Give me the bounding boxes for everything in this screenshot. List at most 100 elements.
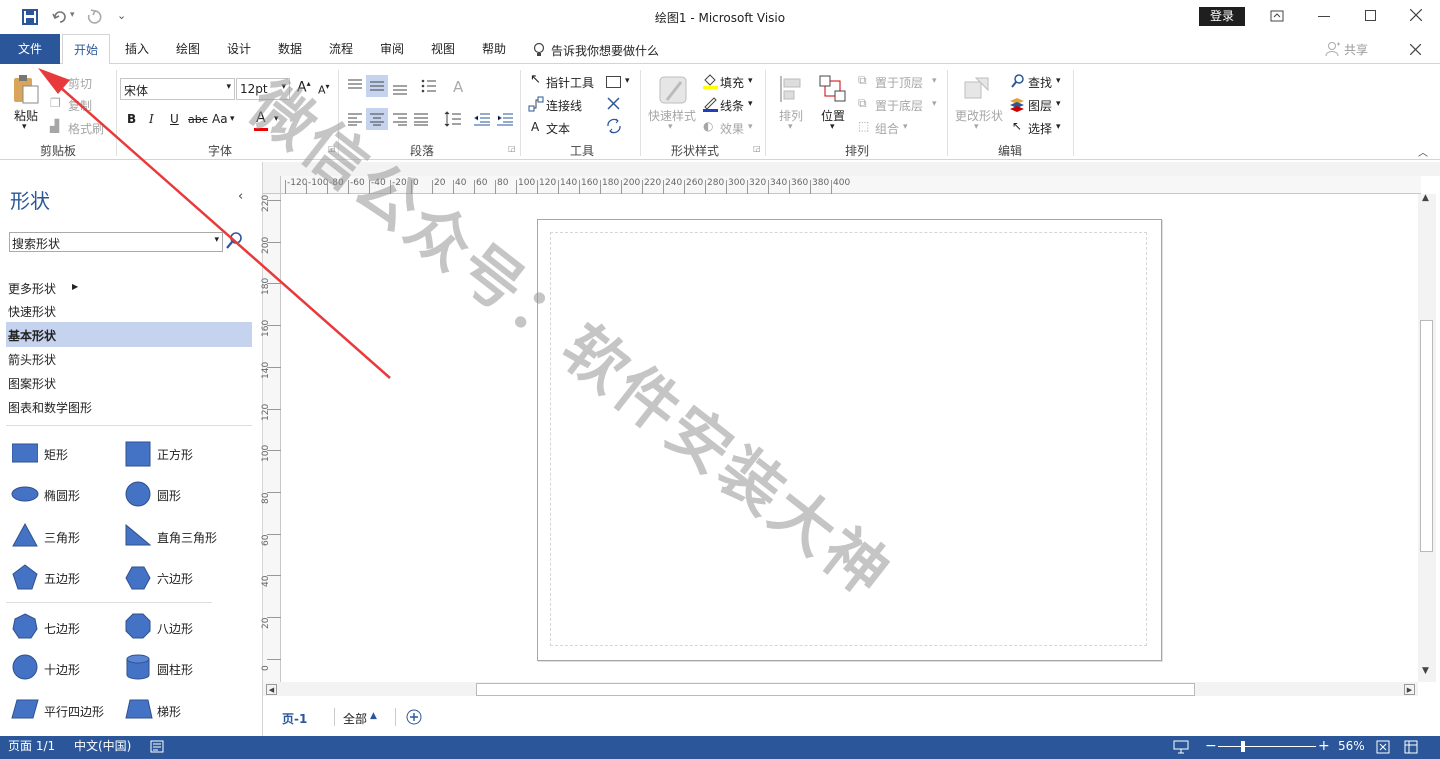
hexagon-shape[interactable] xyxy=(125,566,151,590)
all-pages-button[interactable]: 全部 xyxy=(343,710,367,727)
align-top-icon[interactable] xyxy=(347,78,363,92)
tab-view[interactable]: 视图 xyxy=(424,34,462,64)
signin-button[interactable]: 登录 xyxy=(1199,7,1245,26)
fit-page-icon[interactable] xyxy=(1376,740,1390,754)
tab-help[interactable]: 帮助 xyxy=(475,34,513,64)
zoom-level[interactable]: 56% xyxy=(1338,736,1365,757)
decagon-shape[interactable] xyxy=(12,654,38,680)
tab-design[interactable]: 设计 xyxy=(220,34,258,64)
pentagon-shape[interactable] xyxy=(12,564,38,590)
collapse-ribbon-icon[interactable]: ︿ xyxy=(1418,144,1428,159)
page-indicator[interactable]: 页面 1/1 xyxy=(8,736,55,757)
tell-me-input[interactable]: 告诉我你想要做什么 xyxy=(551,42,659,59)
heptagon-shape[interactable] xyxy=(12,613,38,639)
search-icon[interactable] xyxy=(224,231,244,251)
ribbon-display-icon[interactable] xyxy=(1270,9,1284,23)
pointer-tool-button[interactable]: 指针工具 xyxy=(546,74,594,91)
bold-button[interactable]: B xyxy=(127,112,136,126)
change-shape-label[interactable]: 更改形状 xyxy=(955,107,1003,124)
underline-button[interactable]: U xyxy=(170,112,179,126)
shape-styles-dialog-launcher-icon[interactable]: ◲ xyxy=(753,144,761,153)
justify-icon[interactable] xyxy=(413,112,429,126)
layers-button[interactable]: 图层 xyxy=(1028,97,1052,114)
zoom-in-button[interactable]: + xyxy=(1318,736,1330,757)
italic-button[interactable]: I xyxy=(149,112,154,126)
zoom-slider-track[interactable] xyxy=(1218,746,1316,747)
zoom-slider-thumb[interactable] xyxy=(1241,741,1245,752)
trapezoid-shape[interactable] xyxy=(125,699,153,719)
page-tab-1[interactable]: 页-1 xyxy=(282,710,307,727)
scroll-right-icon[interactable]: ▶ xyxy=(1404,684,1415,695)
tab-process[interactable]: 流程 xyxy=(322,34,360,64)
connection-point-icon[interactable] xyxy=(605,117,623,135)
quick-styles-icon[interactable] xyxy=(657,74,689,106)
nav-pattern-shapes[interactable]: 图案形状 xyxy=(8,375,56,392)
switch-windows-icon[interactable] xyxy=(1404,740,1418,754)
align-right-icon[interactable] xyxy=(392,112,408,126)
line-spacing-icon[interactable] xyxy=(444,110,462,128)
circle-shape[interactable] xyxy=(125,481,151,507)
tab-file[interactable]: 文件 xyxy=(0,34,60,64)
collapse-pane-icon[interactable]: ‹ xyxy=(238,189,243,204)
tab-draw[interactable]: 绘图 xyxy=(169,34,207,64)
connector-button[interactable]: 连接线 xyxy=(546,97,582,114)
minimize-icon[interactable] xyxy=(1318,16,1330,17)
maximize-icon[interactable] xyxy=(1365,10,1376,21)
presentation-mode-icon[interactable] xyxy=(1173,740,1189,754)
bring-to-front-button[interactable]: 置于顶层 xyxy=(875,74,923,91)
zoom-out-button[interactable]: − xyxy=(1205,736,1217,757)
add-page-icon[interactable] xyxy=(406,709,422,725)
increase-indent-icon[interactable] xyxy=(496,112,514,126)
nav-quick-shapes[interactable]: 快速形状 xyxy=(8,303,56,320)
parallelogram-shape[interactable] xyxy=(11,699,39,719)
decrease-indent-icon[interactable] xyxy=(473,112,491,126)
change-shape-icon[interactable] xyxy=(962,74,994,104)
scroll-up-icon[interactable]: ▲ xyxy=(1422,193,1429,203)
tab-review[interactable]: 审阅 xyxy=(373,34,411,64)
effects-button[interactable]: 效果 xyxy=(720,120,744,137)
tab-insert[interactable]: 插入 xyxy=(118,34,156,64)
macro-record-icon[interactable] xyxy=(150,740,164,753)
horizontal-scrollbar[interactable]: ◀ ▶ xyxy=(263,682,1418,696)
text-direction-icon[interactable]: A xyxy=(453,78,463,96)
search-shapes-input[interactable]: 搜索形状 ▾ xyxy=(9,232,223,252)
align-bottom-icon[interactable] xyxy=(392,82,408,96)
cylinder-shape[interactable] xyxy=(126,654,150,680)
delete-x-icon[interactable] xyxy=(607,97,620,110)
close-icon[interactable] xyxy=(1410,9,1422,21)
find-button[interactable]: 查找 xyxy=(1028,74,1052,91)
align-middle-button[interactable] xyxy=(366,75,388,97)
scroll-down-icon[interactable]: ▼ xyxy=(1422,666,1429,676)
position-icon[interactable] xyxy=(818,74,848,104)
ellipse-shape[interactable] xyxy=(11,486,39,502)
share-button[interactable]: 共享 xyxy=(1344,41,1368,58)
close-document-icon[interactable] xyxy=(1410,44,1421,55)
scroll-thumb[interactable] xyxy=(1420,320,1433,552)
triangle-shape[interactable] xyxy=(12,523,38,547)
font-family-select[interactable]: 宋体 ▾ xyxy=(120,78,235,100)
text-tool-button[interactable]: 文本 xyxy=(546,120,570,137)
align-shapes-icon[interactable] xyxy=(778,74,806,104)
square-shape[interactable] xyxy=(125,441,151,467)
language-indicator[interactable]: 中文(中国) xyxy=(74,736,131,757)
rectangle-tool-icon[interactable] xyxy=(606,76,621,88)
format-painter-button[interactable]: 格式刷 xyxy=(68,120,104,137)
cut-button[interactable]: 剪切 xyxy=(68,75,92,92)
line-button[interactable]: 线条 xyxy=(720,97,744,114)
paste-dropdown-icon[interactable]: ▾ xyxy=(22,122,27,132)
nav-more-shapes[interactable]: 更多形状 xyxy=(8,280,56,297)
right-triangle-shape[interactable] xyxy=(125,524,151,546)
nav-arrow-shapes[interactable]: 箭头形状 xyxy=(8,351,56,368)
nav-chart-math-shapes[interactable]: 图表和数学图形 xyxy=(8,399,92,416)
select-button[interactable]: 选择 xyxy=(1028,120,1052,137)
paste-icon[interactable] xyxy=(12,74,40,104)
bullets-icon[interactable] xyxy=(421,78,437,94)
rectangle-shape[interactable] xyxy=(12,443,38,463)
tab-home[interactable]: 开始 xyxy=(62,34,110,65)
fill-button[interactable]: 填充 xyxy=(720,74,744,91)
nav-basic-shapes[interactable]: 基本形状 xyxy=(6,322,252,347)
change-case-button[interactable]: Aa xyxy=(212,112,228,126)
group-button[interactable]: 组合 xyxy=(875,120,899,137)
octagon-shape[interactable] xyxy=(125,613,151,639)
vertical-scrollbar[interactable]: ▲ ▼ xyxy=(1418,193,1436,682)
